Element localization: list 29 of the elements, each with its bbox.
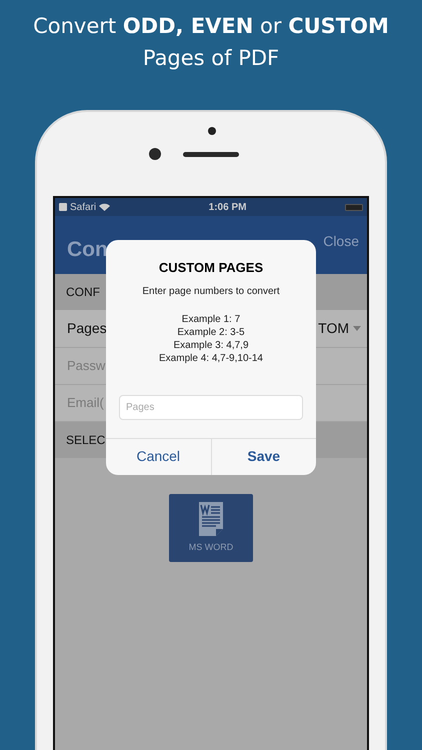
example-text: Example 3: 4,7,9 xyxy=(173,338,249,352)
headline: Pages of PDF xyxy=(142,45,280,72)
format-label: MS WORD xyxy=(188,541,234,554)
caret-icon xyxy=(353,326,361,331)
example-text: Example 2: 3-5 xyxy=(177,326,245,338)
camera-icon xyxy=(149,148,161,160)
headline: Convert ODD, EVEN or CUSTOM xyxy=(33,13,389,40)
dialog-title: CUSTOM PAGES xyxy=(158,259,264,277)
nav-title: Con xyxy=(67,237,108,264)
pages-picker[interactable]: TOM xyxy=(318,318,361,339)
pages-label: Pages xyxy=(67,319,107,338)
pages-input[interactable]: Pages xyxy=(119,394,303,420)
status-time: 1:06 PM xyxy=(208,200,246,214)
close-button[interactable]: Close xyxy=(323,230,359,252)
speaker-icon xyxy=(183,152,239,157)
example-text: Example 1: 7 xyxy=(182,312,240,326)
sensor-icon xyxy=(208,127,216,135)
dialog-button[interactable]: Save xyxy=(210,438,316,474)
battery-icon xyxy=(344,204,363,210)
dialog-message: Enter page numbers to convert xyxy=(142,284,280,298)
section-header: CONF xyxy=(66,284,100,301)
format-tile[interactable]: MS WORD xyxy=(169,494,253,562)
section-header: SELEC xyxy=(66,432,106,449)
wifi-icon xyxy=(99,203,110,211)
back-app-link[interactable]: Safari xyxy=(70,200,96,214)
dialog-button[interactable]: Cancel xyxy=(106,438,210,474)
back-icon xyxy=(59,203,67,211)
document-icon xyxy=(197,501,225,538)
example-text: Example 4: 4,7-9,10-14 xyxy=(159,352,263,364)
